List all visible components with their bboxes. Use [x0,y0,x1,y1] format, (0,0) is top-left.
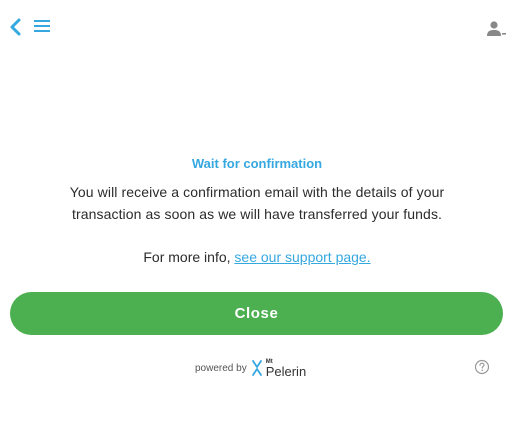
support-info: For more info, see our support page. [0,249,514,265]
close-button[interactable]: Close [10,292,503,335]
page-title: Wait for confirmation [191,156,323,171]
powered-by-footer: powered by Mt Pelerin [0,356,514,380]
hamburger-menu-icon [34,20,50,32]
brand-name: Pelerin [265,363,307,379]
support-info-text: For more info, [143,249,235,265]
back-button[interactable] [9,17,23,37]
powered-by-label: powered by [195,362,247,374]
mt-pelerin-logo-icon [251,360,262,376]
user-account-icon [487,21,506,36]
confirmation-message: You will receive a confirmation email wi… [69,184,445,222]
question-circle-icon [474,359,490,375]
chevron-left-icon [10,18,21,36]
top-bar [0,0,514,52]
menu-button[interactable] [33,18,51,34]
user-account-button[interactable] [485,20,507,38]
support-page-link[interactable]: see our support page. [234,249,370,265]
mt-pelerin-logo[interactable]: Mt Pelerin [251,359,306,378]
help-button[interactable] [474,359,490,375]
